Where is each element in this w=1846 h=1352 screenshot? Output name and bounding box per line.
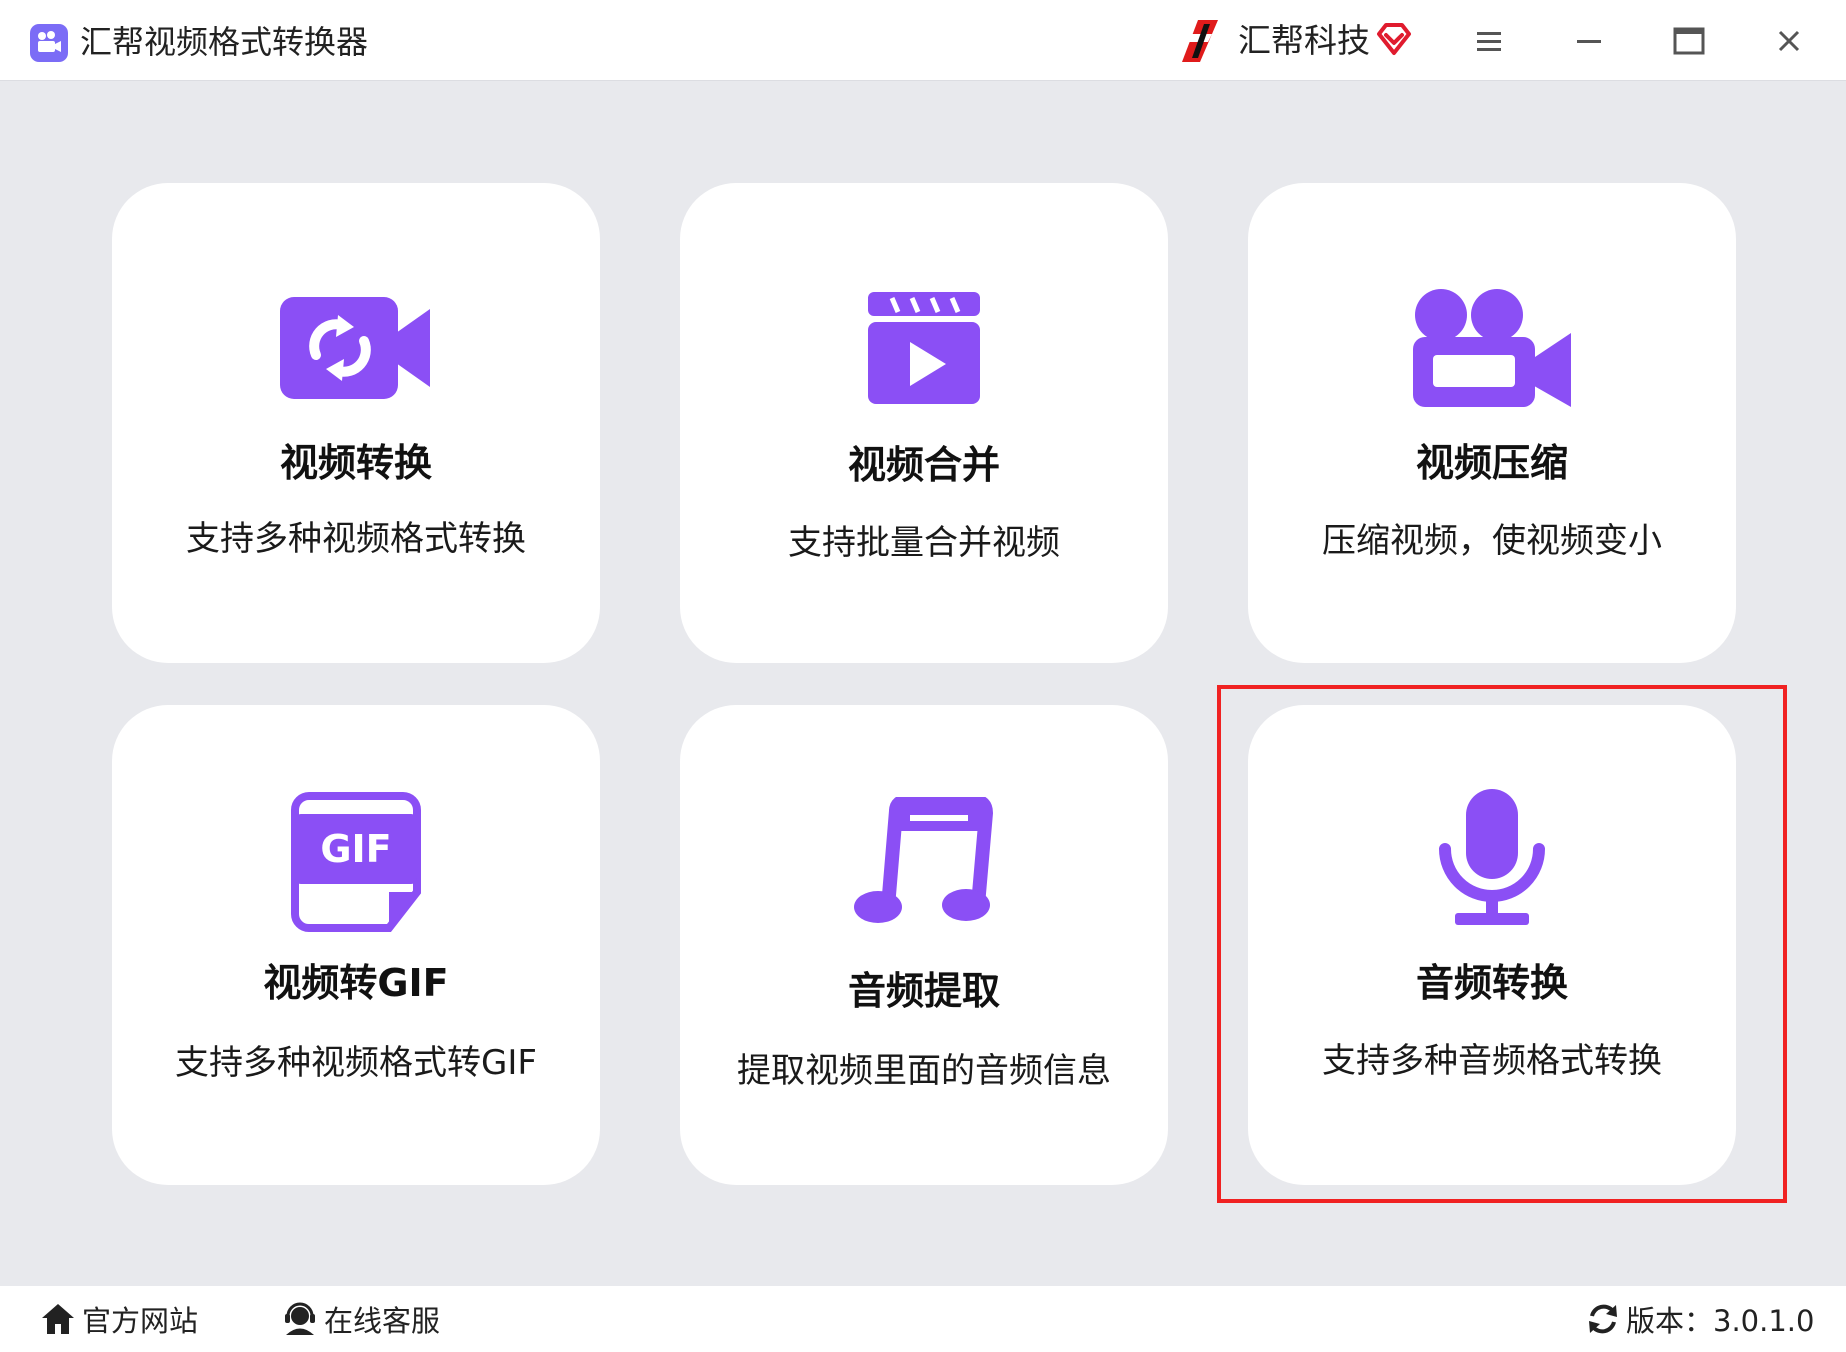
support-label: 在线客服 (324, 1304, 441, 1338)
card-desc: 压缩视频，使视频变小 (1322, 521, 1662, 561)
footer-bar: 官方网站 在线客服 版本：3.0.1.0 (0, 1286, 1846, 1352)
card-desc: 支持多种视频格式转GIF (175, 1043, 537, 1083)
customer-service-icon (285, 1302, 315, 1335)
card-desc: 支持批量合并视频 (788, 523, 1060, 563)
card-title: 视频压缩 (1415, 441, 1568, 485)
card-audio-convert[interactable]: 音频转换 支持多种音频格式转换 (1248, 705, 1736, 1185)
version-info[interactable]: 版本：3.0.1.0 (1586, 1298, 1814, 1340)
microphone-icon (1392, 789, 1592, 925)
video-convert-icon (256, 283, 456, 413)
minimize-icon (1577, 40, 1601, 43)
support-link[interactable]: 在线客服 (282, 1298, 440, 1340)
app-title: 汇帮视频格式转换器 (80, 23, 369, 61)
minimize-button[interactable] (1566, 20, 1612, 62)
refresh-icon (1589, 1304, 1617, 1334)
maximize-button[interactable] (1666, 20, 1712, 62)
close-button[interactable] (1766, 20, 1812, 62)
card-video-merge[interactable]: 视频合并 支持批量合并视频 (680, 183, 1168, 663)
card-video-compress[interactable]: 视频压缩 压缩视频，使视频变小 (1248, 183, 1736, 663)
home-icon (42, 1304, 74, 1334)
card-title: 视频合并 (847, 443, 1000, 487)
brand-name: 汇帮科技 (1238, 21, 1370, 60)
brand-logo-icon (1182, 20, 1218, 62)
movie-camera-icon (1392, 283, 1592, 413)
card-video-to-gif[interactable]: GIF 视频转GIF 支持多种视频格式转GIF (112, 705, 600, 1185)
card-desc: 支持多种视频格式转换 (186, 519, 526, 559)
title-bar: 汇帮视频格式转换器 汇帮科技 (0, 0, 1846, 81)
website-link[interactable]: 官方网站 (40, 1298, 198, 1340)
card-title: 音频转换 (1415, 961, 1568, 1005)
version-label: 版本：3.0.1.0 (1626, 1304, 1815, 1338)
vip-diamond-icon[interactable] (1376, 20, 1412, 56)
svg-text:GIF: GIF (320, 827, 391, 871)
clapperboard-play-icon (824, 283, 1024, 413)
app-logo-icon (30, 24, 68, 62)
menu-icon (1477, 32, 1501, 51)
menu-button[interactable] (1466, 20, 1512, 62)
card-desc: 提取视频里面的音频信息 (737, 1051, 1111, 1091)
music-note-icon (824, 797, 1024, 927)
close-icon (1778, 30, 1800, 52)
card-title: 视频转GIF (263, 961, 449, 1005)
card-title: 视频转换 (279, 441, 432, 485)
card-video-convert[interactable]: 视频转换 支持多种视频格式转换 (112, 183, 600, 663)
maximize-icon (1673, 27, 1705, 55)
card-title: 音频提取 (847, 969, 1000, 1013)
website-label: 官方网站 (82, 1304, 199, 1338)
gif-file-icon: GIF (256, 792, 456, 932)
card-desc: 支持多种音频格式转换 (1322, 1041, 1662, 1081)
card-audio-extract[interactable]: 音频提取 提取视频里面的音频信息 (680, 705, 1168, 1185)
